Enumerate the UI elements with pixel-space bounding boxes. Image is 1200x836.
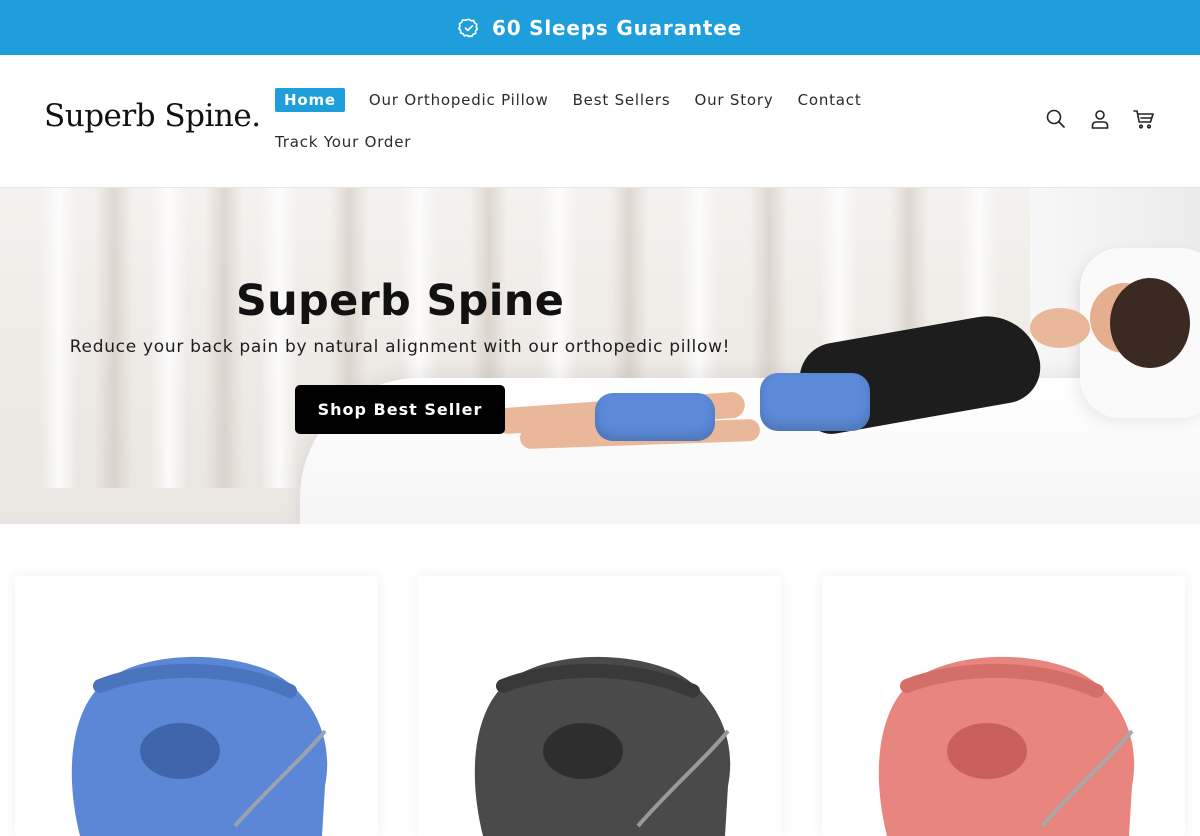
nav-orthopedic-pillow[interactable]: Our Orthopedic Pillow bbox=[369, 91, 549, 109]
nav-our-story[interactable]: Our Story bbox=[694, 91, 773, 109]
search-icon[interactable] bbox=[1044, 107, 1068, 131]
nav-track-order[interactable]: Track Your Order bbox=[275, 133, 411, 151]
product-image bbox=[474, 656, 731, 836]
product-image bbox=[878, 656, 1135, 836]
product-card-pink[interactable] bbox=[822, 576, 1185, 836]
site-logo[interactable]: Superb Spine. bbox=[44, 98, 261, 134]
hero-title: Superb Spine bbox=[235, 276, 565, 326]
shop-best-seller-button[interactable]: Shop Best Seller bbox=[295, 385, 505, 434]
main-nav: Home Our Orthopedic Pillow Best Sellers … bbox=[275, 87, 875, 155]
hero-banner: Superb Spine Reduce your back pain by na… bbox=[0, 188, 1200, 524]
cart-icon[interactable] bbox=[1132, 107, 1156, 131]
hero-subtitle: Reduce your back pain by natural alignme… bbox=[69, 337, 731, 357]
nav-home[interactable]: Home bbox=[275, 88, 345, 112]
verified-badge-icon bbox=[457, 17, 480, 39]
announcement-bar: 60 Sleeps Guarantee bbox=[0, 0, 1200, 55]
product-image bbox=[71, 656, 328, 836]
product-card-gray[interactable] bbox=[418, 576, 781, 836]
nav-best-sellers[interactable]: Best Sellers bbox=[573, 91, 671, 109]
account-icon[interactable] bbox=[1088, 107, 1112, 131]
product-card-blue[interactable] bbox=[15, 576, 378, 836]
product-grid bbox=[0, 524, 1200, 836]
header-icons bbox=[1044, 107, 1156, 131]
site-header: Superb Spine. Home Our Orthopedic Pillow… bbox=[0, 55, 1200, 188]
nav-contact[interactable]: Contact bbox=[798, 91, 862, 109]
announcement-text: 60 Sleeps Guarantee bbox=[491, 15, 742, 40]
